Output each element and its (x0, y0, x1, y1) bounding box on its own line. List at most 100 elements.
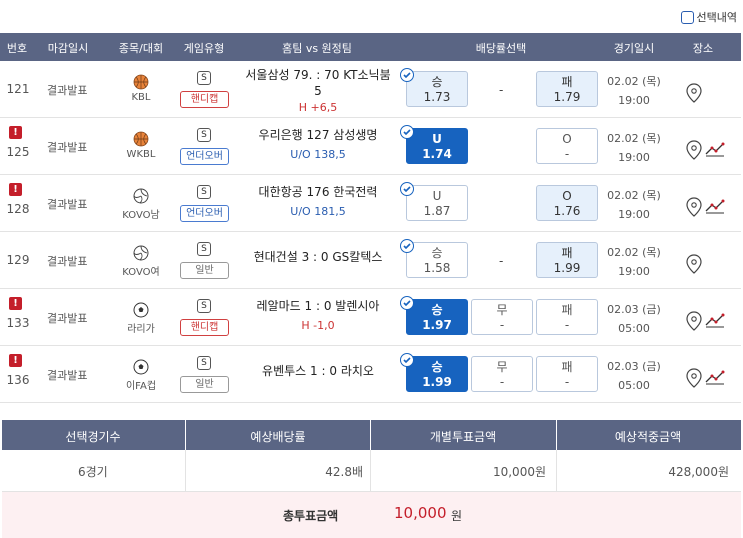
deadline-status: 결과발표 (47, 312, 88, 325)
alert-icon: ! (9, 126, 22, 139)
match-teams: 현대건설 3 : 0 GS칼텍스 (237, 249, 399, 265)
option-odds: - (564, 375, 570, 389)
odds-option-home[interactable]: 승 1.99 (400, 353, 468, 392)
divider (556, 450, 557, 492)
game-type-badge: 핸디캡 (180, 319, 229, 336)
match-score: 1 : 0 (310, 364, 337, 378)
option-odds: 1.76 (553, 204, 581, 218)
summary-header-odds: 예상배당률 (250, 430, 306, 444)
check-icon (400, 68, 414, 82)
location-pin-icon[interactable] (685, 197, 703, 217)
option-odds: - (564, 147, 570, 161)
location-pin-icon[interactable] (685, 140, 703, 160)
top-bar: 선택내역 (0, 0, 743, 33)
table-row: 121 결과발표 KBL S 핸디캡 서울삼성 79. : 70 KT소닉붐 5 H +6,5… (0, 61, 741, 118)
odds-option-away[interactable]: O- (536, 128, 598, 164)
away-team: 라치오 (340, 364, 374, 378)
volleyball-icon (133, 245, 149, 261)
alert-icon: ! (9, 183, 22, 196)
match-teams: 서울삼성 79. : 70 KT소닉붐 5 (245, 68, 391, 98)
special-s-icon: S (197, 185, 211, 199)
selection-history-toggle[interactable]: 선택내역 (680, 9, 737, 25)
special-s-icon: S (197, 71, 211, 85)
odds-option-away[interactable]: 패 1.79 (536, 71, 598, 107)
match-teams: 레알마드 1 : 0 발렌시아 (237, 298, 399, 314)
option-label: O (562, 189, 572, 203)
home-team: 대한항공 (258, 185, 303, 199)
game-type-badge: 일반 (180, 376, 229, 393)
location-pin-icon[interactable] (685, 368, 703, 388)
odds-option-draw[interactable]: 무- (471, 356, 533, 392)
match-list: 121 결과발표 KBL S 핸디캡 서울삼성 79. : 70 KT소닉붐 5 H +6,5… (0, 61, 741, 403)
away-team-wrap: 5 (314, 84, 322, 98)
option-odds: 1.97 (422, 318, 452, 332)
check-icon (400, 239, 414, 253)
soccer-icon (133, 302, 149, 318)
alert-icon: ! (9, 354, 22, 367)
total-stake-unit: 원 (451, 509, 463, 523)
check-icon (400, 182, 414, 196)
home-team: 레알마드 (256, 299, 301, 313)
match-time: 05:00 (618, 379, 650, 392)
total-stake-label: 총투표금액 (283, 509, 339, 523)
odds-option-away[interactable]: 패- (536, 356, 598, 392)
match-score: 176 (306, 185, 330, 199)
option-odds: 1.99 (422, 375, 452, 389)
odds-option-away[interactable]: 패 1.99 (536, 242, 598, 278)
option-label: 승 (431, 303, 443, 317)
match-number: 121 (6, 82, 30, 96)
odds-option-away[interactable]: O 1.76 (536, 185, 598, 221)
odds-option-draw[interactable]: 무- (471, 299, 533, 335)
header-teams: 홈팀 vs 원정팀 (282, 42, 352, 55)
league-name: KBL (131, 92, 151, 103)
divider (370, 420, 371, 450)
stats-graph-icon[interactable] (705, 141, 725, 157)
match-number: 133 (6, 316, 30, 330)
option-label: U (432, 189, 442, 203)
odds-option-home[interactable]: 승 1.73 (400, 68, 468, 107)
stats-graph-icon[interactable] (705, 369, 725, 385)
odds-option-home[interactable]: 승 1.97 (400, 296, 468, 335)
match-score: 127 (306, 128, 330, 142)
stats-graph-icon[interactable] (705, 312, 725, 328)
summary-stake: 10,000원 (492, 465, 546, 479)
special-s-icon: S (197, 356, 211, 370)
home-team: 유벤투스 (262, 364, 307, 378)
deadline-status: 결과발표 (47, 198, 88, 211)
table-row: ! 128 결과발표 KOVO남 S 언더오버 대한항공 176 한국전력 U/O 181,5… (0, 175, 741, 232)
option-label: 승 (431, 75, 443, 89)
home-team: 현대건설 (253, 250, 298, 264)
match-number: 129 (6, 253, 30, 267)
table-row: ! 136 결과발표 이FA컵 S 일반 유벤투스 1 : 0 라치오 승 1.99 무 - 패 -02… (0, 346, 741, 403)
league-name: WKBL (126, 149, 156, 160)
header-venue: 장소 (692, 42, 714, 55)
odds-option-home[interactable]: U 1.87 (400, 182, 468, 221)
match-time: 19:00 (618, 151, 650, 164)
header-odds: 배당률선택 (475, 42, 527, 55)
game-type-badge: 일반 (180, 262, 229, 279)
option-label: U (432, 132, 442, 146)
away-team: 발렌시아 (335, 299, 380, 313)
option-odds: - (499, 318, 505, 332)
match-score: 1 : 0 (304, 299, 332, 313)
odds-option-home[interactable]: U 1.74 (400, 125, 468, 164)
match-teams: 우리은행 127 삼성생명 (237, 127, 399, 143)
match-teams: 대한항공 176 한국전력 (237, 184, 399, 200)
stats-graph-icon[interactable] (705, 198, 725, 214)
special-s-icon: S (197, 299, 211, 313)
checkbox-icon[interactable] (680, 10, 694, 24)
match-time: 19:00 (618, 208, 650, 221)
game-type-badge: 핸디캡 (180, 91, 229, 108)
away-score: 70 (324, 68, 340, 82)
location-pin-icon[interactable] (685, 254, 703, 274)
away-team: 한국전력 (333, 185, 378, 199)
match-number: 125 (6, 145, 30, 159)
check-icon (400, 296, 414, 310)
odds-option-away[interactable]: 패- (536, 299, 598, 335)
option-odds: 1.99 (553, 261, 581, 275)
match-time: 05:00 (618, 322, 650, 335)
odds-option-home[interactable]: 승 1.58 (400, 239, 468, 278)
location-pin-icon[interactable] (685, 83, 703, 103)
location-pin-icon[interactable] (685, 311, 703, 331)
summary-values: 6경기 42.8배 10,000원 428,000원 (2, 450, 741, 492)
